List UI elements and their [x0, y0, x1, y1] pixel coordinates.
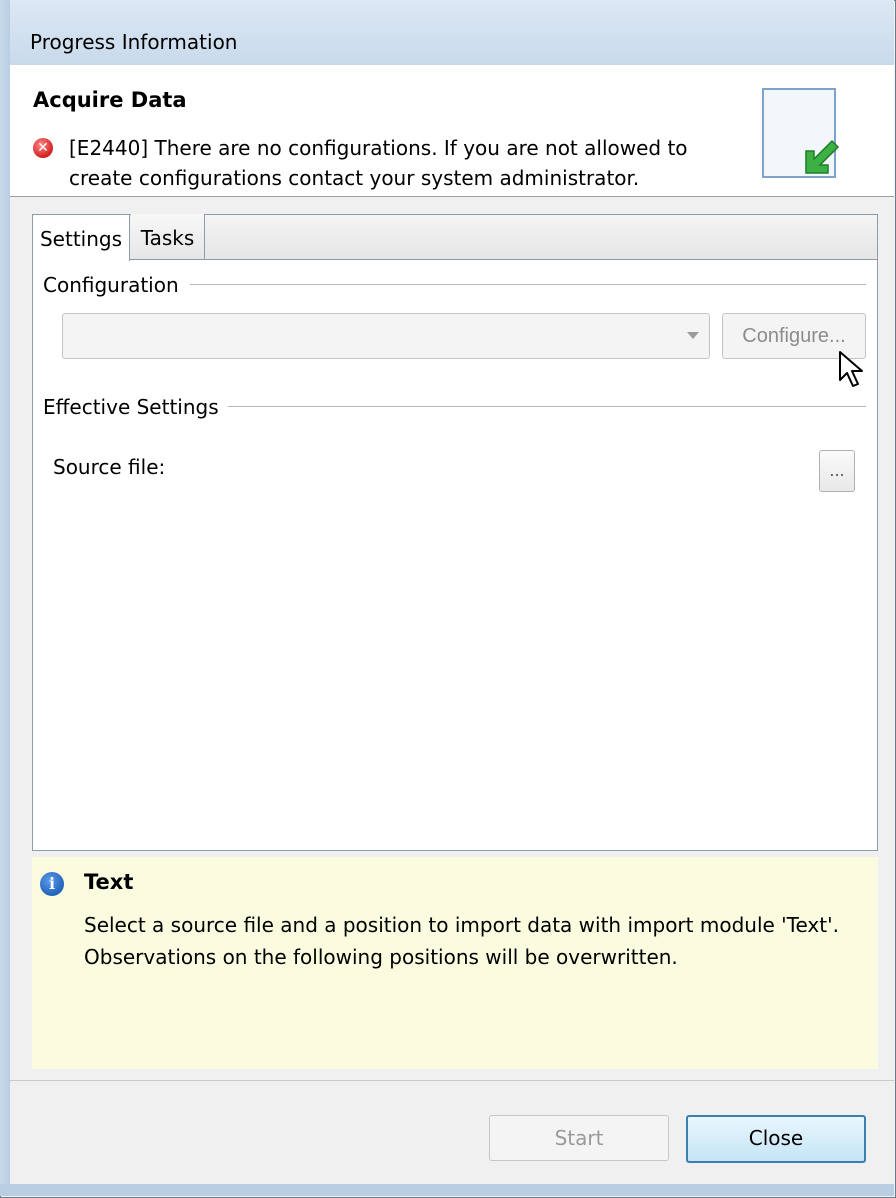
tab-tasks[interactable]: Tasks [131, 214, 205, 259]
source-file-label: Source file: [53, 455, 166, 479]
close-button[interactable]: Close [686, 1115, 866, 1163]
tab-settings[interactable]: Settings [32, 214, 130, 261]
import-arrow-icon [805, 139, 840, 174]
effective-settings-group-label: Effective Settings [43, 395, 225, 419]
window-frame-bottom [0, 1184, 894, 1196]
effective-settings-group-line [228, 406, 866, 407]
mouse-cursor-icon [839, 351, 863, 387]
error-icon: ✕ [33, 138, 53, 158]
chevron-down-icon [687, 332, 699, 339]
header-title: Acquire Data [33, 88, 187, 112]
error-message: [E2440] There are no configurations. If … [69, 136, 688, 190]
info-icon: i [40, 872, 64, 896]
info-message: Select a source file and a position to i… [84, 913, 839, 969]
configuration-select[interactable] [62, 313, 710, 359]
info-title: Text [84, 870, 134, 894]
start-button[interactable]: Start [489, 1115, 669, 1161]
window-title: Progress Information [30, 30, 238, 54]
dialog-header: Acquire Data ✕ [E2440] There are no conf… [10, 65, 894, 197]
configuration-group-label: Configuration [43, 273, 185, 297]
window-frame-left [0, 0, 10, 1196]
browse-source-file-button[interactable]: ... [819, 450, 855, 492]
button-bar-separator [10, 1080, 894, 1081]
configuration-group-line [190, 284, 866, 285]
